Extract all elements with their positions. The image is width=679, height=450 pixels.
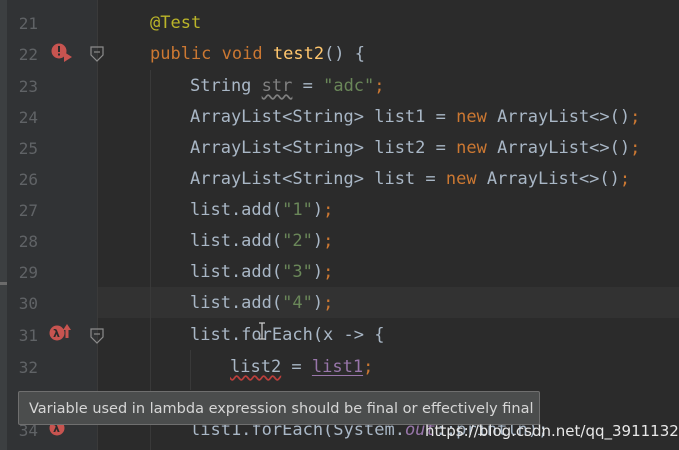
string-token: "3" — [282, 262, 313, 282]
unused-variable-token: str — [261, 76, 293, 96]
code-line-21[interactable]: @Test — [150, 8, 201, 39]
code-text: list.add( — [190, 293, 283, 313]
line-number: 24 — [18, 108, 38, 127]
scroll-marker — [0, 282, 7, 285]
semicolon-token: ; — [323, 231, 334, 251]
indent-guide — [190, 350, 191, 390]
keyword-token: void — [221, 44, 263, 64]
code-line-28[interactable]: list.add("2"); — [190, 226, 333, 257]
string-token: "2" — [282, 231, 313, 251]
line-number: 22 — [18, 45, 38, 64]
line-number: 23 — [18, 77, 38, 96]
code-text: list.add( — [190, 231, 283, 251]
code-line-27[interactable]: list.add("1"); — [190, 195, 333, 226]
semicolon-token: ; — [630, 138, 641, 158]
semicolon-token: ; — [323, 200, 334, 220]
field-reference-token: list1 — [311, 357, 364, 377]
code-text: = — [292, 76, 324, 96]
watermark-url: https://blog.csdn.net/qq_39111325 — [425, 422, 679, 440]
semicolon-token: ; — [363, 357, 374, 377]
line-number: 21 — [18, 14, 38, 33]
line-number: 26 — [18, 170, 38, 189]
method-name-token: test2 — [272, 44, 325, 64]
code-text: ArrayList<String> list = — [190, 169, 446, 189]
line-number: 25 — [18, 139, 38, 158]
string-token: "4" — [282, 293, 313, 313]
code-text: list.forEach(x -> { — [190, 325, 385, 345]
string-token: "adc" — [323, 76, 375, 96]
line-number: 27 — [18, 201, 38, 220]
code-text: ) — [312, 293, 324, 313]
code-line-24[interactable]: ArrayList<String> list1 = new ArrayList<… — [190, 102, 640, 133]
line-number: 31 — [18, 326, 38, 345]
lambda-override-icon[interactable]: λ — [49, 322, 73, 348]
line-number: 29 — [18, 263, 38, 282]
code-line-30[interactable]: list.add("4"); — [190, 288, 333, 319]
line-number: 32 — [18, 358, 38, 377]
semicolon-token: ; — [323, 293, 334, 313]
code-line-31[interactable]: list.forEach(x -> { — [190, 320, 384, 351]
code-text: list.add( — [190, 262, 283, 282]
error-tooltip: Variable used in lambda expression shoul… — [18, 391, 540, 425]
error-variable-token: list2 — [230, 357, 282, 377]
line-number: 28 — [18, 232, 38, 251]
code-text: ArrayList<String> list1 = — [190, 107, 457, 127]
code-text: = — [281, 357, 312, 377]
semicolon-token: ; — [619, 169, 631, 189]
annotation-token: @Test — [150, 13, 202, 33]
svg-text:λ: λ — [53, 327, 60, 340]
code-text: ArrayList<>() — [476, 169, 620, 189]
code-text: ArrayList<>() — [486, 107, 631, 127]
code-line-25[interactable]: ArrayList<String> list2 = new ArrayList<… — [190, 133, 640, 164]
keyword-token: new — [445, 169, 477, 189]
fold-method-icon[interactable] — [90, 46, 104, 62]
code-line-29[interactable]: list.add("3"); — [190, 257, 333, 288]
code-line-26[interactable]: ArrayList<String> list = new ArrayList<>… — [190, 164, 630, 195]
code-text: ArrayList<String> list2 = — [190, 138, 457, 158]
code-text: ) — [312, 231, 324, 251]
left-edge-strip — [0, 0, 7, 450]
current-line-highlight — [98, 287, 679, 318]
code-text: ) — [312, 262, 324, 282]
line-number: 30 — [18, 294, 38, 313]
keyword-token: new — [456, 107, 487, 127]
string-token: "1" — [282, 200, 313, 220]
code-line-32[interactable]: list2 = list1; — [230, 352, 373, 383]
code-line-23[interactable]: String str = "adc"; — [190, 71, 385, 102]
gutter-separator — [97, 0, 98, 450]
text-cursor-icon — [258, 322, 266, 344]
code-text: () { — [324, 44, 366, 64]
run-test-error-icon[interactable] — [50, 42, 74, 68]
code-text: String — [190, 76, 262, 96]
keyword-token: public — [150, 44, 212, 64]
fold-lambda-icon[interactable] — [90, 328, 104, 344]
code-line-22[interactable]: public void test2() { — [150, 39, 365, 70]
code-text: ) — [312, 200, 324, 220]
code-text: ArrayList<>() — [486, 138, 631, 158]
semicolon-token: ; — [374, 76, 385, 96]
keyword-token: new — [456, 138, 487, 158]
semicolon-token: ; — [323, 262, 334, 282]
code-text: list.add( — [190, 200, 283, 220]
semicolon-token: ; — [630, 107, 641, 127]
